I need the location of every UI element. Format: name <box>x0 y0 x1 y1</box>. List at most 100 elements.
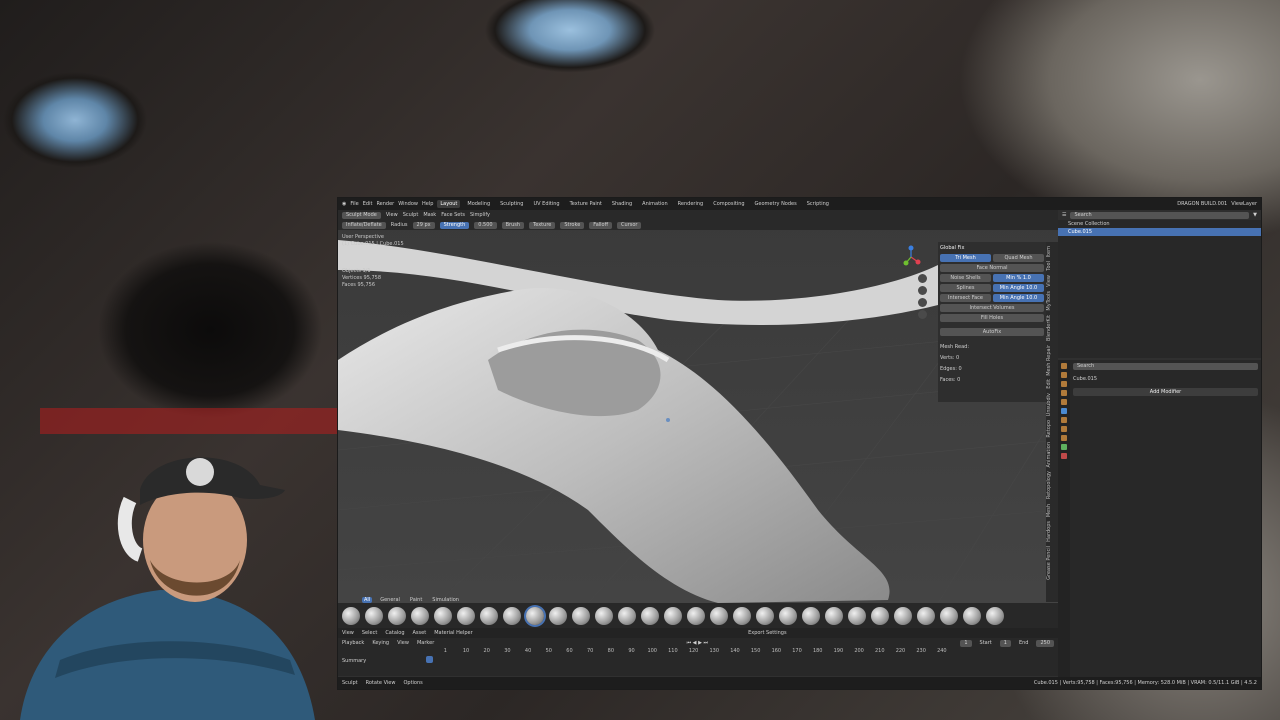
outliner-filter-icon[interactable]: ☰ <box>1062 212 1066 218</box>
menu-edit[interactable]: Edit <box>363 201 373 207</box>
brush-icon[interactable] <box>388 606 406 625</box>
brush-icon[interactable] <box>664 606 682 625</box>
particles-tab-icon[interactable] <box>1061 417 1067 423</box>
radius-field[interactable]: 29 px <box>412 221 435 229</box>
brush-icon[interactable] <box>848 606 866 625</box>
playback-menu[interactable]: Playback <box>342 640 364 646</box>
tab-modeling[interactable]: Modeling <box>464 200 493 208</box>
keying-menu[interactable]: Keying <box>372 640 389 646</box>
brush-icon[interactable] <box>986 606 1004 625</box>
menu-help[interactable]: Help <box>422 201 433 207</box>
menu-view-assets[interactable]: View <box>342 630 354 636</box>
tab-compositing[interactable]: Compositing <box>710 200 747 208</box>
grid-icon[interactable] <box>918 310 927 319</box>
intersect-volumes-button[interactable]: Intersect Volumes <box>940 304 1044 312</box>
scene-tab-icon[interactable] <box>1061 390 1067 396</box>
sidebar-tab-mesh-repair[interactable]: Mesh Repair <box>1046 345 1052 376</box>
menu-asset[interactable]: Asset <box>413 630 427 636</box>
menu-render[interactable]: Render <box>376 201 394 207</box>
tab-uv-editing[interactable]: UV Editing <box>530 200 562 208</box>
tab-animation[interactable]: Animation <box>639 200 671 208</box>
tab-scripting[interactable]: Scripting <box>804 200 832 208</box>
menu-face-sets[interactable]: Face Sets <box>441 212 465 218</box>
menu-catalog[interactable]: Catalog <box>385 630 404 636</box>
falloff-menu[interactable]: Falloff <box>589 221 613 229</box>
brush-icon[interactable] <box>549 606 567 625</box>
brush-icon[interactable] <box>503 606 521 625</box>
brush-icon[interactable] <box>894 606 912 625</box>
menu-sculpt[interactable]: Sculpt <box>403 212 419 218</box>
min-angle-field-1[interactable]: Min Angle 10.0 <box>993 284 1044 292</box>
global-fix-header[interactable]: Global Fix <box>940 245 1044 251</box>
intersect-face-button[interactable]: Intersect Face <box>940 294 991 302</box>
modifier-tab-icon[interactable] <box>1061 408 1067 414</box>
menu-select-assets[interactable]: Select <box>362 630 377 636</box>
material-helper-button[interactable]: Material Helper <box>434 630 472 636</box>
sidebar-tab-view[interactable]: View <box>1046 275 1052 287</box>
brush-icon[interactable] <box>411 606 429 625</box>
brush-icon[interactable] <box>940 606 958 625</box>
face-normal-button[interactable]: Face Normal <box>940 264 1044 272</box>
constraints-tab-icon[interactable] <box>1061 435 1067 441</box>
3d-viewport[interactable]: Sculpt Mode View Sculpt Mask Face Sets S… <box>338 210 1058 603</box>
play-controls-icon[interactable]: ⏮ ◀ ▶ ⏭ <box>687 640 708 646</box>
strength-field[interactable]: 0.500 <box>474 221 497 229</box>
object-row-cube[interactable]: Cube.015 <box>1058 228 1261 236</box>
sidebar-tab-grease-pencil[interactable]: Grease Pencil <box>1046 546 1052 580</box>
brush-icon[interactable] <box>917 606 935 625</box>
quad-mesh-button[interactable]: Quad Mesh <box>993 254 1044 262</box>
menu-file[interactable]: File <box>350 201 358 207</box>
playhead[interactable] <box>426 656 433 663</box>
sidebar-tab-animation[interactable]: Animation <box>1046 442 1052 468</box>
tool-tab-icon[interactable] <box>1061 363 1067 369</box>
pan-icon[interactable] <box>918 286 927 295</box>
tab-layout[interactable]: Layout <box>437 200 461 208</box>
simplify-button[interactable]: Simplify <box>470 212 490 218</box>
brush-icon[interactable] <box>572 606 590 625</box>
outliner-funnel-icon[interactable]: ▼ <box>1253 212 1257 218</box>
cursor-menu[interactable]: Cursor <box>617 221 642 229</box>
timeline-ruler[interactable]: 1 10 20 30 40 50 60 70 80 90 100 110 120… <box>338 648 1058 657</box>
tri-mesh-button[interactable]: Tri Mesh <box>940 254 991 262</box>
zoom-icon[interactable] <box>918 274 927 283</box>
brush-icon[interactable] <box>710 606 728 625</box>
sidebar-tab-mytools[interactable]: MyTools <box>1046 291 1052 311</box>
data-tab-icon[interactable] <box>1061 444 1067 450</box>
material-tab-icon[interactable] <box>1061 453 1067 459</box>
summary-label[interactable]: Summary <box>338 657 1058 666</box>
brush-icon[interactable] <box>480 606 498 625</box>
brush-icon-active[interactable] <box>526 606 544 625</box>
blender-logo-icon[interactable]: ◉ <box>342 201 346 207</box>
scene-collection-row[interactable]: Scene Collection <box>1058 220 1261 228</box>
properties-search[interactable]: Search <box>1073 363 1258 370</box>
stroke-menu[interactable]: Stroke <box>560 221 585 229</box>
menu-window[interactable]: Window <box>398 201 418 207</box>
sidebar-tab-unsubdiv[interactable]: Unsubdiv <box>1046 393 1052 416</box>
sidebar-tab-retopology[interactable]: Retopology <box>1046 471 1052 499</box>
current-frame-field[interactable]: 1 <box>960 639 972 647</box>
tab-rendering[interactable]: Rendering <box>675 200 707 208</box>
brush-icon[interactable] <box>365 606 383 625</box>
brush-icon[interactable] <box>618 606 636 625</box>
outliner-search[interactable]: Search <box>1070 211 1250 219</box>
texture-menu[interactable]: Texture <box>529 221 556 229</box>
render-tab-icon[interactable] <box>1061 372 1067 378</box>
brush-icon[interactable] <box>733 606 751 625</box>
sidebar-tab-mesh[interactable]: Mesh <box>1046 504 1052 517</box>
object-tab-icon[interactable] <box>1061 399 1067 405</box>
navigation-gizmo-icon[interactable] <box>898 244 924 270</box>
sidebar-tab-item[interactable]: Item <box>1046 246 1052 257</box>
mode-dropdown[interactable]: Sculpt Mode <box>342 211 381 219</box>
brush-icon[interactable] <box>802 606 820 625</box>
brush-icon[interactable] <box>963 606 981 625</box>
camera-icon[interactable] <box>918 298 927 307</box>
output-tab-icon[interactable] <box>1061 381 1067 387</box>
brush-menu[interactable]: Brush <box>501 221 525 229</box>
tab-geometry-nodes[interactable]: Geometry Nodes <box>752 200 800 208</box>
brush-icon[interactable] <box>756 606 774 625</box>
brush-icon[interactable] <box>641 606 659 625</box>
min-angle-field-2[interactable]: Min Angle 10.0 <box>993 294 1044 302</box>
brush-icon[interactable] <box>342 606 360 625</box>
brush-icon[interactable] <box>779 606 797 625</box>
brush-icon[interactable] <box>871 606 889 625</box>
